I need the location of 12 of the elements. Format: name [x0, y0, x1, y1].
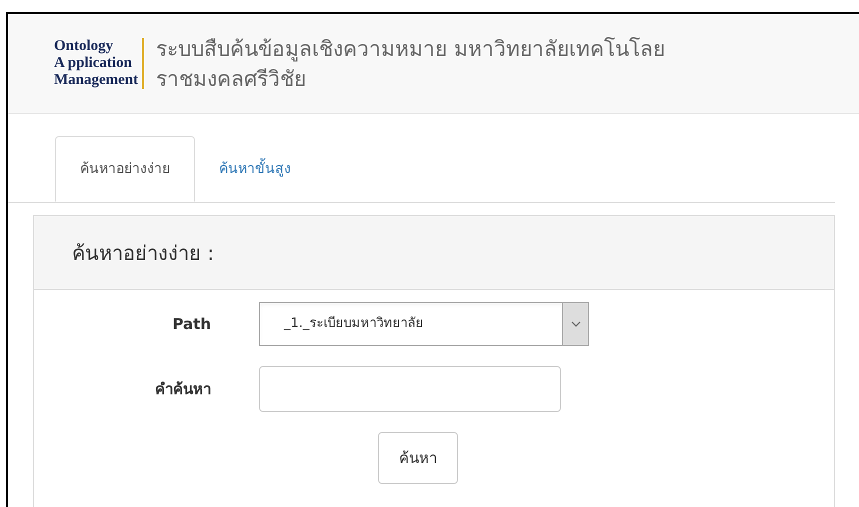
dropdown-icon: [562, 303, 588, 345]
field-label: Path: [171, 314, 212, 335]
site-title: ระบบสืบค้นข้อมูลเชิงความหมาย มหาวิทยาลัยเทคโนโลย: [156, 36, 665, 64]
search-button[interactable]: ค้นหา: [378, 432, 458, 484]
tab[interactable]: ค้นหาขั้นสูง: [195, 136, 315, 202]
search-field[interactable]: [259, 366, 561, 412]
path-select[interactable]: _1._ระเบียบมหาวิทยาลัย: [259, 302, 589, 346]
field-label: คำค้นหา: [154, 378, 212, 400]
site-title: ราชมงคลศรีวิชัย: [156, 66, 308, 92]
tab[interactable]: ค้นหาอย่างง่าย: [55, 136, 195, 202]
logo: Ontology A pplication Management: [54, 38, 144, 89]
panel-title: ค้นหาอย่างง่าย :: [72, 240, 214, 266]
